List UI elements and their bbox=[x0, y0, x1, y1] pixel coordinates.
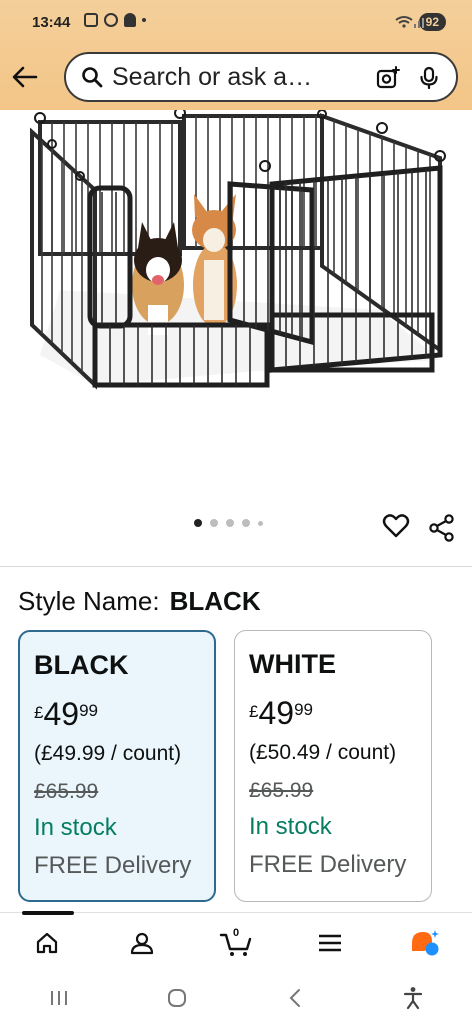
option-name: WHITE bbox=[249, 649, 336, 679]
snapchat-icon bbox=[124, 13, 136, 27]
search-icon bbox=[80, 65, 104, 89]
style-option-black[interactable]: BLACK £ 49 99 (£49.99 / count) £65.99 In… bbox=[18, 630, 216, 902]
unit-price: (£49.99 / count) bbox=[34, 742, 182, 765]
stock-status: In stock bbox=[34, 814, 117, 841]
price-fraction: 99 bbox=[294, 700, 313, 719]
stock-status: In stock bbox=[249, 813, 332, 840]
price-fraction: 99 bbox=[79, 701, 98, 720]
top-bar: 13:44 92 Search or ask a… bbox=[0, 0, 472, 110]
wifi-signal-icon bbox=[395, 15, 424, 29]
search-input[interactable]: Search or ask a… bbox=[64, 52, 458, 102]
nav-menu[interactable] bbox=[283, 914, 377, 972]
bottom-nav: 0 bbox=[0, 914, 472, 972]
recent-apps-button[interactable] bbox=[0, 972, 118, 1024]
camera-lens-icon[interactable] bbox=[376, 66, 400, 90]
was-price: £65.99 bbox=[249, 779, 314, 802]
delivery-info: FREE Delivery bbox=[249, 851, 407, 878]
unit-price: (£50.49 / count) bbox=[249, 741, 397, 764]
style-option-white[interactable]: WHITE £ 49 99 (£50.49 / count) £65.99 In… bbox=[234, 630, 432, 902]
status-time: 13:44 bbox=[32, 14, 71, 31]
was-price: £65.99 bbox=[34, 780, 99, 803]
style-name-label: Style Name: bbox=[18, 586, 160, 616]
nav-cart[interactable]: 0 bbox=[189, 914, 283, 972]
share-icon bbox=[429, 514, 454, 542]
vpn-icon bbox=[104, 13, 118, 27]
menu-icon bbox=[319, 934, 342, 952]
accessibility-button[interactable] bbox=[354, 972, 472, 1024]
nav-account[interactable] bbox=[94, 914, 188, 972]
price-whole: 49 bbox=[43, 696, 80, 732]
recent-apps-icon bbox=[51, 991, 67, 1005]
pagination-dot-2[interactable] bbox=[210, 519, 218, 527]
home-system-button[interactable] bbox=[118, 972, 236, 1024]
screenshot-icon bbox=[84, 13, 98, 27]
back-arrow-icon bbox=[12, 66, 38, 88]
price-whole: 49 bbox=[258, 695, 295, 731]
nav-home[interactable] bbox=[0, 914, 94, 972]
account-icon bbox=[130, 932, 153, 955]
system-nav-bar bbox=[0, 972, 472, 1024]
style-name-value: BLACK bbox=[169, 586, 261, 616]
share-button[interactable] bbox=[428, 514, 456, 542]
back-system-button[interactable] bbox=[236, 972, 354, 1024]
chevron-left-icon bbox=[289, 989, 300, 1007]
pagination-dot-1[interactable] bbox=[194, 519, 202, 527]
status-icons bbox=[84, 13, 146, 27]
pagination-dot-5[interactable] bbox=[258, 520, 263, 526]
search-placeholder: Search or ask a… bbox=[112, 62, 313, 91]
accessibility-icon bbox=[403, 987, 423, 1010]
option-price: £ 49 99 bbox=[34, 696, 98, 733]
price-currency: £ bbox=[249, 702, 259, 721]
price-currency: £ bbox=[34, 703, 44, 722]
home-icon bbox=[37, 932, 58, 954]
back-button[interactable] bbox=[8, 60, 42, 94]
nav-rufus[interactable] bbox=[378, 914, 472, 972]
rufus-icon bbox=[411, 930, 439, 956]
pagination-dot-3[interactable] bbox=[226, 519, 234, 527]
home-circle-icon bbox=[168, 989, 186, 1007]
product-image[interactable] bbox=[0, 110, 472, 510]
image-pagination[interactable] bbox=[194, 519, 263, 527]
status-right: 92 bbox=[395, 13, 446, 31]
dog-playpen-illustration bbox=[30, 110, 446, 390]
app-header: Search or ask a… bbox=[0, 46, 472, 110]
style-name-row: Style Name: BLACK bbox=[18, 586, 261, 617]
pagination-dot-4[interactable] bbox=[242, 519, 250, 527]
status-bar: 13:44 92 bbox=[0, 0, 472, 46]
option-price: £ 49 99 bbox=[249, 695, 313, 732]
divider bbox=[0, 566, 472, 567]
microphone-icon[interactable] bbox=[418, 66, 440, 90]
notification-dot bbox=[142, 18, 146, 22]
wishlist-button[interactable] bbox=[382, 512, 410, 540]
heart-icon bbox=[382, 514, 410, 538]
cart-count: 0 bbox=[232, 927, 240, 939]
option-name: BLACK bbox=[34, 650, 129, 680]
delivery-info: FREE Delivery bbox=[34, 852, 192, 879]
